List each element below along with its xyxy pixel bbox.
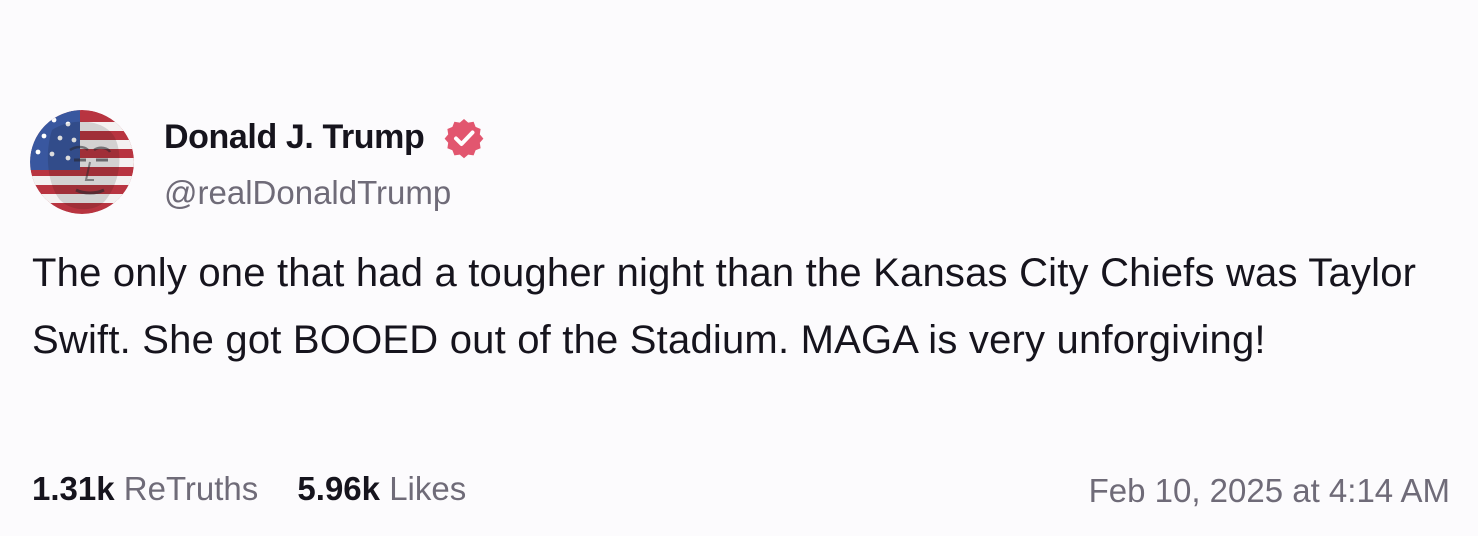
post-timestamp[interactable]: Feb 10, 2025 at 4:14 AM [1089,472,1450,510]
display-name[interactable]: Donald J. Trump [164,118,425,157]
retruths-label: ReTruths [123,470,259,507]
likes-label: Likes [389,470,467,507]
avatar[interactable] [30,110,134,214]
retruths-count: 1.31k [32,470,115,507]
flag-portrait-icon [30,110,134,214]
verified-badge-icon [443,117,485,159]
truth-post: Donald J. Trump @realDonaldTrump The onl… [0,0,1478,536]
engagement-stats: 1.31k ReTruths 5.96k Likes [32,470,496,508]
account-handle[interactable]: @realDonaldTrump [164,174,451,212]
likes-stat[interactable]: 5.96k Likes [297,470,466,508]
likes-count: 5.96k [297,470,381,507]
retruths-stat[interactable]: 1.31k ReTruths [32,470,258,508]
post-text: The only one that had a tougher night th… [32,251,1417,362]
